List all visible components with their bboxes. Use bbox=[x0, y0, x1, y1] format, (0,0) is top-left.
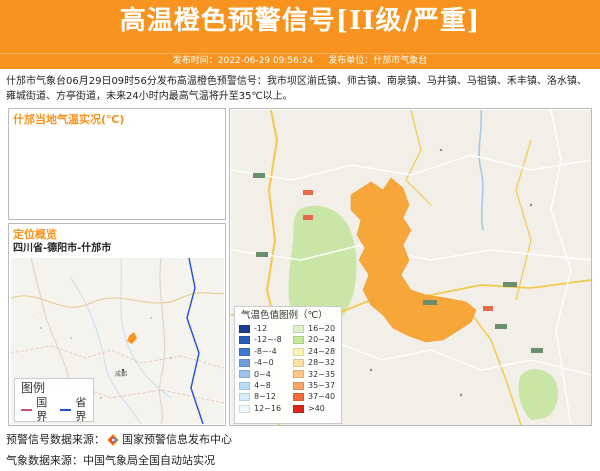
color-swatch bbox=[239, 336, 250, 345]
legend-item: 32~35 bbox=[293, 369, 345, 380]
color-swatch bbox=[293, 358, 304, 367]
temperature-legend-title: 气温色值图例（℃） bbox=[241, 310, 328, 321]
legend-item: 24~28 bbox=[293, 346, 345, 357]
legend-item: 28~32 bbox=[293, 357, 345, 368]
province-border-line bbox=[60, 409, 72, 411]
temperature-panel: 什邡当地气温实况(℃) bbox=[8, 108, 226, 220]
province-border-label: 省界 bbox=[75, 396, 87, 423]
temperature-panel-title: 什邡当地气温实况(℃) bbox=[13, 113, 125, 126]
color-swatch bbox=[293, 324, 304, 333]
color-swatch bbox=[239, 404, 250, 413]
legend-item: 8~12 bbox=[239, 391, 293, 402]
legend-item: 16~20 bbox=[293, 323, 345, 334]
warning-source-name: 国家预警信息发布中心 bbox=[122, 433, 232, 446]
legend-item: -4~0 bbox=[239, 357, 293, 368]
color-swatch bbox=[293, 381, 304, 390]
temperature-color-legend: 气温色值图例（℃） -12 16~20 -12~-8 20~24 -8~-4 2… bbox=[234, 306, 342, 424]
color-swatch bbox=[293, 336, 304, 345]
color-swatch bbox=[293, 347, 304, 356]
color-swatch bbox=[293, 404, 304, 413]
title-banner: 高温橙色预警信号[II级/严重] bbox=[0, 0, 600, 53]
location-region: 四川省-德阳市-什邡市 bbox=[13, 243, 112, 254]
national-border-line bbox=[21, 409, 33, 411]
overview-map[interactable]: 成都 · 图例 国界 省界 bbox=[11, 258, 224, 424]
warning-center-logo-icon bbox=[107, 433, 119, 446]
page-title: 高温橙色预警信号[II级/严重] bbox=[119, 6, 481, 36]
alert-description: 什邡市气象台06月29日09时56分发布高温橙色预警信号：我市坝区湔氐镇、师古镇… bbox=[6, 76, 587, 102]
color-swatch bbox=[239, 381, 250, 390]
warning-map-panel: 气温色值图例（℃） -12 16~20 -12~-8 20~24 -8~-4 2… bbox=[229, 108, 592, 426]
publish-meta: 发布时间：2022-06-29 09:56:24 发布单位：什邡市气象台 bbox=[0, 54, 600, 69]
legend-item: -8~-4 bbox=[239, 346, 293, 357]
map-legend: 图例 国界 省界 bbox=[14, 378, 94, 424]
temperature-legend-grid: -12 16~20 -12~-8 20~24 -8~-4 24~28 -4~0 … bbox=[235, 323, 341, 414]
svg-text:成都: 成都 bbox=[115, 370, 127, 378]
color-swatch bbox=[293, 370, 304, 379]
publish-unit: 发布单位：什邡市气象台 bbox=[328, 56, 428, 66]
color-swatch bbox=[239, 358, 250, 367]
legend-item: 35~37 bbox=[293, 380, 345, 391]
publish-time: 发布时间：2022-06-29 09:56:24 bbox=[172, 56, 314, 66]
color-swatch bbox=[239, 393, 250, 402]
legend-item: 12~16 bbox=[239, 403, 293, 414]
weather-source-line: 气象数据来源：中国气象局全国自动站实况 bbox=[6, 454, 215, 467]
location-panel: 定位概览 四川省-德阳市-什邡市 成都 · 图例 国界 省界 bbox=[8, 223, 226, 426]
legend-item: 4~8 bbox=[239, 380, 293, 391]
legend-item: -12 bbox=[239, 323, 293, 334]
legend-item: 0~4 bbox=[239, 369, 293, 380]
color-swatch bbox=[239, 370, 250, 379]
national-border-label: 国界 bbox=[36, 396, 48, 423]
color-swatch bbox=[239, 324, 250, 333]
location-panel-title: 定位概览 bbox=[13, 228, 57, 241]
legend-item: >40 bbox=[293, 403, 345, 414]
legend-item: 37~40 bbox=[293, 391, 345, 402]
meta-bar: 发布时间：2022-06-29 09:56:24 发布单位：什邡市气象台 bbox=[0, 53, 600, 69]
warning-source-line: 预警信号数据来源： 国家预警信息发布中心 bbox=[6, 432, 232, 447]
color-swatch bbox=[239, 347, 250, 356]
map-legend-items: 国界 省界 bbox=[15, 396, 93, 424]
legend-item: -12~-8 bbox=[239, 334, 293, 345]
warning-map[interactable]: 气温色值图例（℃） -12 16~20 -12~-8 20~24 -8~-4 2… bbox=[231, 110, 591, 425]
color-swatch bbox=[293, 393, 304, 402]
legend-item: 20~24 bbox=[293, 334, 345, 345]
map-legend-title: 图例 bbox=[21, 381, 46, 395]
warning-source-label: 预警信号数据来源： bbox=[6, 433, 105, 446]
